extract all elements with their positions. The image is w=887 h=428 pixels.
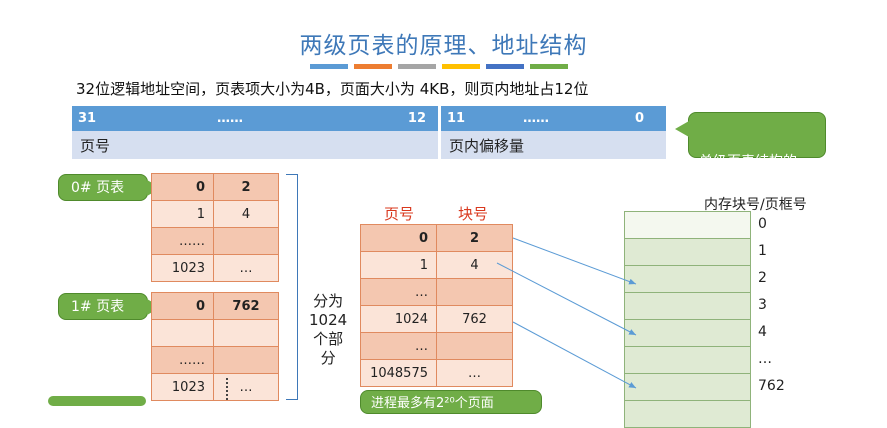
memory-block — [624, 400, 751, 428]
arrow-page1024-to-block762 — [512, 321, 637, 389]
arrow-page0-to-block2 — [512, 237, 637, 285]
mapping-arrows — [496, 237, 637, 389]
